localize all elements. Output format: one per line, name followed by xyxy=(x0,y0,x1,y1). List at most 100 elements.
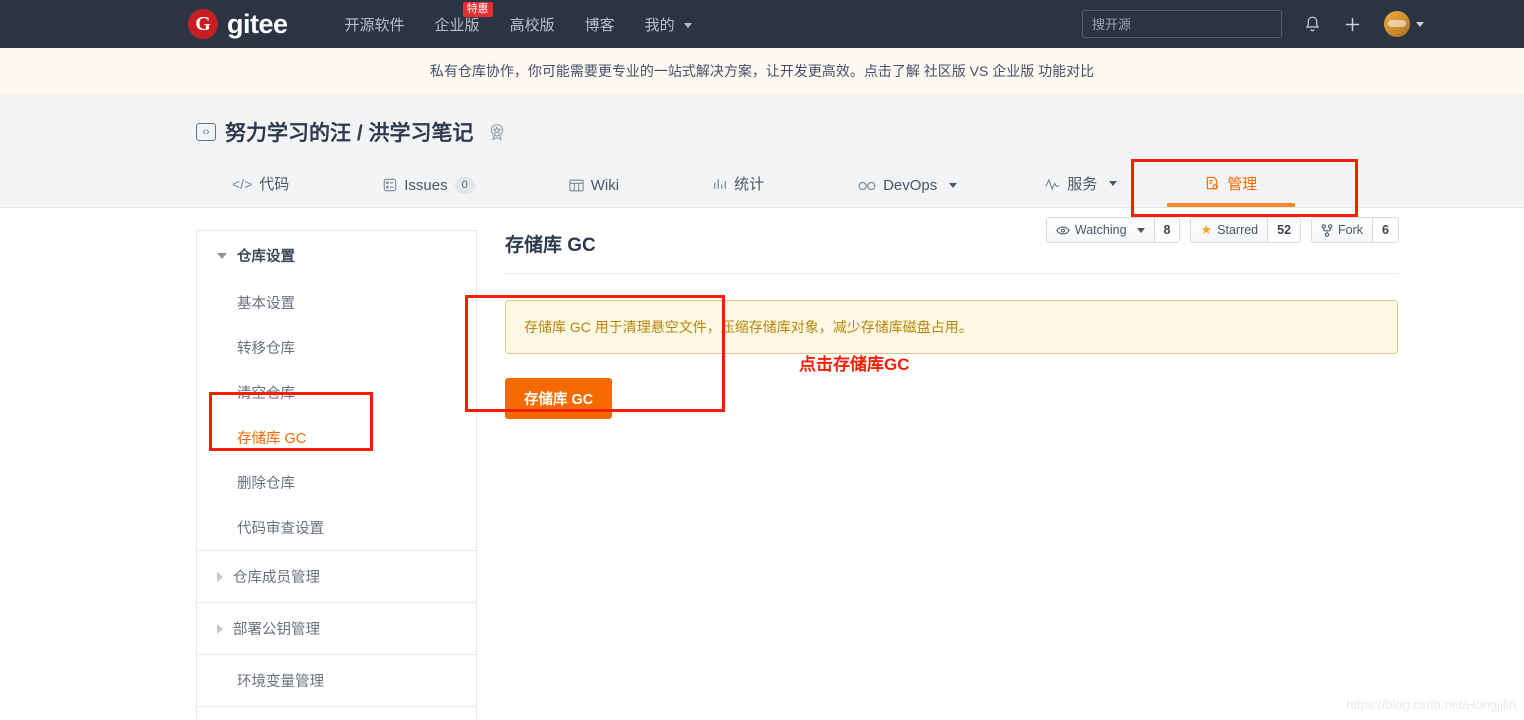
sidebar-item-members[interactable]: 仓库成员管理 xyxy=(197,551,476,603)
triangle-right-icon xyxy=(217,624,223,634)
tab-label: DevOps xyxy=(883,177,937,194)
tab-wiki[interactable]: Wiki xyxy=(569,177,619,207)
chevron-down-icon xyxy=(684,23,692,28)
sidebar-item-env-variables[interactable]: 环境变量管理 xyxy=(197,655,476,707)
tab-services[interactable]: 服务 xyxy=(1045,173,1117,207)
sidebar-item-basic-settings[interactable]: 基本设置 xyxy=(197,280,476,325)
sidebar-item-delete-repo[interactable]: 删除仓库 xyxy=(197,460,476,505)
search-input[interactable] xyxy=(1082,10,1282,38)
tab-devops[interactable]: DevOps xyxy=(858,177,957,207)
sidebar-item-label: 清空仓库 xyxy=(237,386,295,402)
code-icon: </> xyxy=(232,176,252,192)
sidebar-group-label: 仓库设置 xyxy=(237,245,295,266)
repository-tabs: </> 代码 Issues 0 Wiki xyxy=(0,159,1524,207)
chevron-down-icon xyxy=(1109,181,1117,186)
sidebar-item-label: 转移仓库 xyxy=(237,341,295,357)
repo-code-icon: ‹› xyxy=(196,123,216,141)
hot-promo-badge: 特惠 xyxy=(463,2,493,18)
sidebar-item-label: 部署公钥管理 xyxy=(233,618,320,639)
annotation-callout-text: 点击存储库GC xyxy=(799,350,910,375)
promotional-banner: 私有仓库协作，你可能需要更专业的一站式解决方案，让开发更高效。点击了解 社区版 … xyxy=(0,48,1524,95)
fork-button[interactable]: Fork xyxy=(1312,218,1372,242)
sidebar-item-label: 环境变量管理 xyxy=(237,670,324,691)
sidebar-item-repo-gc[interactable]: 存储库 GC xyxy=(197,415,476,460)
award-badge-icon[interactable] xyxy=(487,122,507,142)
fork-icon xyxy=(1321,224,1333,237)
page-root: G gitee 开源软件 企业版 特惠 高校版 博客 我的 xyxy=(0,0,1524,720)
settings-doc-icon xyxy=(1205,176,1220,191)
gitee-logo-mark: G xyxy=(188,9,218,39)
chevron-down-icon xyxy=(949,183,957,188)
nav-item-university[interactable]: 高校版 xyxy=(495,14,570,35)
main-nav-items: 开源软件 企业版 特惠 高校版 博客 我的 xyxy=(330,14,707,35)
repository-gc-button[interactable]: 存储库 GC xyxy=(505,378,612,419)
avatar-chevron-down-icon[interactable] xyxy=(1416,22,1424,27)
watermark-text: https://blog.csdn.net/Hongjilin xyxy=(1346,697,1516,712)
triangle-down-icon xyxy=(217,253,227,259)
sidebar-item-label: 基本设置 xyxy=(237,296,295,312)
tab-label: 统计 xyxy=(734,173,764,194)
nav-label: 我的 xyxy=(645,17,675,34)
sidebar-item-label: 删除仓库 xyxy=(237,476,295,492)
repository-full-name[interactable]: 努力学习的汪 / 洪学习笔记 xyxy=(225,117,474,147)
nav-item-mine[interactable]: 我的 xyxy=(630,14,707,35)
repository-stats: Watching 8 ★ Starred 52 Fork xyxy=(1046,217,1399,243)
tab-issues[interactable]: Issues 0 xyxy=(383,177,474,207)
starred-button[interactable]: ★ Starred xyxy=(1191,218,1267,242)
sidebar-item-label: 存储库 GC xyxy=(237,431,306,447)
sidebar-item-transfer-repo[interactable]: 转移仓库 xyxy=(197,325,476,370)
settings-sidebar: 仓库设置 基本设置 转移仓库 清空仓库 存储库 GC 删除仓库 xyxy=(196,230,477,720)
main-panel: 存储库 GC 存储库 GC 用于清理悬空文件，压缩存储库对象，减少存储库磁盘占用… xyxy=(477,230,1524,720)
pulse-icon xyxy=(1045,178,1060,190)
sidebar-group-header[interactable]: 仓库设置 xyxy=(197,231,476,280)
starred-count[interactable]: 52 xyxy=(1267,218,1300,242)
tab-label: Wiki xyxy=(591,177,619,194)
gitee-logo[interactable]: G gitee xyxy=(188,9,288,39)
tab-label: 管理 xyxy=(1227,173,1257,194)
nav-item-opensource[interactable]: 开源软件 xyxy=(330,14,420,35)
fork-stat: Fork 6 xyxy=(1311,217,1399,243)
tab-label: Issues xyxy=(404,177,447,194)
tab-code[interactable]: </> 代码 xyxy=(232,173,289,207)
tab-statistics[interactable]: 统计 xyxy=(713,173,764,207)
watching-button[interactable]: Watching xyxy=(1047,218,1154,242)
watching-count[interactable]: 8 xyxy=(1154,218,1180,242)
nav-label: 开源软件 xyxy=(345,17,405,34)
nav-label: 博客 xyxy=(585,17,615,34)
sidebar-item-deploy-keys[interactable]: 部署公钥管理 xyxy=(197,603,476,655)
tab-management[interactable]: 管理 xyxy=(1205,173,1257,207)
plus-icon[interactable] xyxy=(1343,15,1362,34)
fork-count[interactable]: 6 xyxy=(1372,218,1398,242)
star-icon: ★ xyxy=(1200,222,1212,238)
info-alert: 存储库 GC 用于清理悬空文件，压缩存储库对象，减少存储库磁盘占用。 xyxy=(505,300,1398,354)
watching-stat: Watching 8 xyxy=(1046,217,1181,243)
gitee-logo-text: gitee xyxy=(227,11,288,38)
nav-right-cluster xyxy=(1082,0,1424,48)
starred-label: Starred xyxy=(1217,223,1258,237)
nav-item-blog[interactable]: 博客 xyxy=(570,14,630,35)
bell-icon[interactable] xyxy=(1304,15,1321,33)
nav-item-enterprise[interactable]: 企业版 特惠 xyxy=(420,14,495,35)
chevron-down-icon xyxy=(1137,228,1145,233)
chart-icon xyxy=(713,177,727,190)
page-content: 仓库设置 基本设置 转移仓库 清空仓库 存储库 GC 删除仓库 xyxy=(0,208,1524,720)
sidebar-item-empty-repo[interactable]: 清空仓库 xyxy=(197,370,476,415)
promo-banner-text[interactable]: 私有仓库协作，你可能需要更专业的一站式解决方案，让开发更高效。点击了解 社区版 … xyxy=(430,61,1094,81)
wiki-icon xyxy=(569,179,584,192)
sidebar-item-widgets[interactable]: 仓库挂件 xyxy=(197,707,476,720)
alert-text: 存储库 GC 用于清理悬空文件，压缩存储库对象，减少存储库磁盘占用。 xyxy=(524,319,973,335)
sidebar-group-repo-settings: 仓库设置 基本设置 转移仓库 清空仓库 存储库 GC 删除仓库 xyxy=(197,231,476,551)
issue-icon xyxy=(383,178,397,192)
starred-stat: ★ Starred 52 xyxy=(1190,217,1301,243)
eye-icon xyxy=(1056,225,1070,236)
sidebar-item-label: 仓库成员管理 xyxy=(233,566,320,587)
top-navigation-bar: G gitee 开源软件 企业版 特惠 高校版 博客 我的 xyxy=(0,0,1524,48)
issues-count-badge: 0 xyxy=(455,177,475,194)
triangle-right-icon xyxy=(217,572,223,582)
infinity-icon xyxy=(858,181,876,191)
fork-label: Fork xyxy=(1338,223,1363,237)
user-avatar[interactable] xyxy=(1384,11,1410,37)
tab-label: 服务 xyxy=(1067,173,1097,194)
tab-label: 代码 xyxy=(259,173,289,194)
sidebar-item-code-review-settings[interactable]: 代码审查设置 xyxy=(197,505,476,550)
